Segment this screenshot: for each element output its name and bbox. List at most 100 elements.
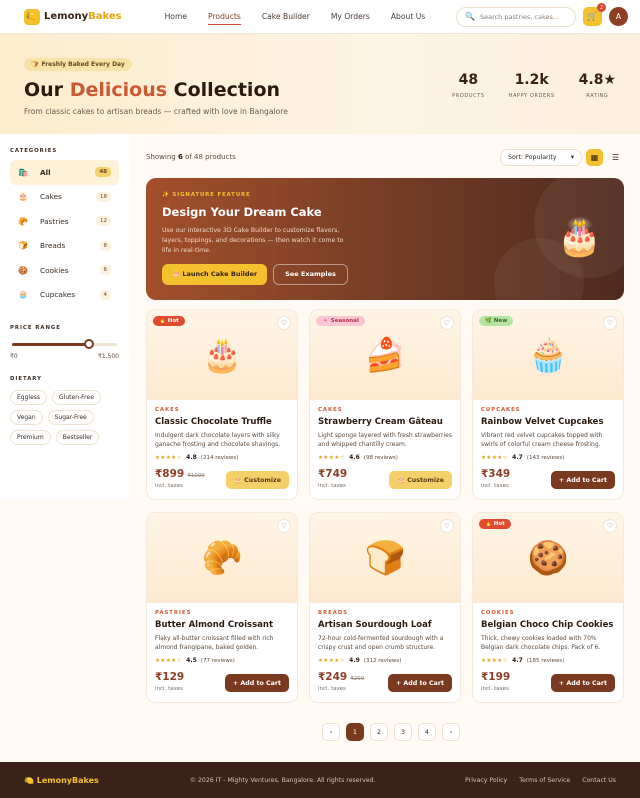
heart-icon[interactable]: ♡ [603,519,617,533]
product-image[interactable]: 🔥 Hot 🎂 ♡ [147,310,297,400]
stat-label: PRODUCTS [452,93,485,99]
list-view-button[interactable]: ☰ [607,149,624,166]
product-name[interactable]: Butter Almond Croissant [155,620,289,630]
contact-us-link[interactable]: Contact Us [582,777,616,784]
bread-icon: 🍞 [31,61,39,68]
tag-gluten-free[interactable]: Gluten-Free [52,390,101,405]
tax-note: incl. taxes [481,483,509,489]
product-card[interactable]: 🍞 ♡ BREADS Artisan Sourdough Loaf 72-hour co… [309,512,461,703]
sort-select[interactable]: Sort: Popularity ▾ [500,148,582,166]
product-image[interactable]: 🥐 ♡ [147,513,297,603]
launch-cake-builder-button[interactable]: 🎂 Launch Cake Builder [162,263,268,285]
nav-link-home[interactable]: Home [165,9,187,25]
product-description: Indulgent dark chocolate layers with sil… [155,432,281,448]
chevron-down-icon: ▾ [570,153,574,161]
tax-note: incl. taxes [155,483,183,489]
brand-logo[interactable]: 🍋 Lemony Bakes [24,8,122,25]
price-range-slider[interactable] [10,339,119,349]
grid-view-button[interactable]: ▦ [586,148,603,166]
heart-icon[interactable]: ♡ [277,519,291,533]
category-all[interactable]: 🛍️ All 48 [10,160,119,185]
footer-brand[interactable]: 🍋 LemonyBakes [24,776,99,785]
product-image[interactable]: 🔥 Hot 🍪 ♡ [473,513,623,603]
stat-rating: 4.8★ RATING [579,72,616,99]
stat-value: 48 [458,72,479,88]
heart-icon[interactable]: ♡ [440,316,454,330]
add-to-cart-button[interactable]: + Add to Cart [387,674,452,692]
prev-page-button[interactable]: ‹ [322,723,340,741]
product-card[interactable]: 🥐 ♡ PASTRIES Butter Almond Croissant Flaky a… [146,512,298,703]
page-button[interactable]: 3 [394,723,412,741]
cupcake-icon: 🧁 [527,335,569,374]
category-breads[interactable]: 🍞 Breads 8 [10,234,119,259]
tag-vegan[interactable]: Vegan [10,410,43,425]
page-button[interactable]: 4 [418,723,436,741]
product-card[interactable]: 🔥 Hot 🎂 ♡ CAKES Classic Chocolate Truffle Ind… [146,309,298,500]
stats: 48 PRODUCTS 1.2k HAPPY ORDERS 4.8★ RATING [452,72,616,99]
rating-value: 4.8 [186,454,197,461]
product-rating: ★★★★☆ 4.6 (98 reviews) [318,454,452,461]
cupcake-icon: 🧁 [18,290,28,300]
add-to-cart-button[interactable]: + Add to Cart [550,674,615,692]
tag-eggless[interactable]: Eggless [10,390,48,405]
showing-prefix: Showing [146,153,176,161]
product-name[interactable]: Artisan Sourdough Loaf [318,620,452,630]
product-image[interactable]: 🌿 New 🧁 ♡ [473,310,623,400]
product-name[interactable]: Strawberry Cream Gâteau [318,417,452,427]
category-count: 12 [96,216,111,227]
search-input[interactable]: 🔍 Search pastries, cakes... [456,6,576,27]
product-image[interactable]: 🌸 Seasonal 🍰 ♡ [310,310,460,400]
nav-link-about-us[interactable]: About Us [391,9,425,25]
heart-icon[interactable]: ♡ [440,519,454,533]
product-name[interactable]: Rainbow Velvet Cupcakes [481,417,615,427]
product-name[interactable]: Classic Chocolate Truffle [155,417,289,427]
product-badge: 🌿 New [479,316,514,326]
star-rating-icon: ★★★★☆ [318,454,346,461]
slider-handle[interactable] [84,339,94,349]
dietary-heading: DIETARY [10,376,42,382]
cookie-icon: 🍪 [527,538,569,577]
price-block: ₹129 incl. taxes [155,671,184,692]
review-count: (98 reviews) [363,454,398,461]
see-examples-button[interactable]: See Examples [273,263,348,285]
category-cakes[interactable]: 🎂 Cakes 18 [10,185,119,210]
nav-link-products[interactable]: Products [208,9,241,25]
privacy-policy-link[interactable]: Privacy Policy [465,777,507,784]
page-button[interactable]: 2 [370,723,388,741]
heart-icon[interactable]: ♡ [277,316,291,330]
category-pastries[interactable]: 🥐 Pastries 12 [10,209,119,234]
cake-builder-banner: ✨ SIGNATURE FEATURE Design Your Dream Ca… [146,178,624,300]
product-price: ₹249 [318,671,348,683]
croissant-icon: 🥐 [18,216,28,226]
category-cookies[interactable]: 🍪 Cookies 6 [10,258,119,283]
title-part-c: Collection [173,79,281,101]
footer-copyright: © 2026 IT - Mighty Ventures, Bangalore. … [189,776,376,784]
cart-button[interactable]: 🛒 2 [583,3,606,26]
category-count: 6 [99,265,111,276]
next-page-button[interactable]: › [442,723,460,741]
product-rating: ★★★★☆ 4.9 (312 reviews) [318,657,452,664]
nav-link-cake-builder[interactable]: Cake Builder [262,9,310,25]
terms-of-service-link[interactable]: Terms of Service [519,777,570,784]
tag-sugar-free[interactable]: Sugar-Free [47,410,94,425]
tag-premium[interactable]: Premium [10,430,51,445]
product-card[interactable]: 🌸 Seasonal 🍰 ♡ CAKES Strawberry Cream Gâteau… [309,309,461,500]
customize-button[interactable]: 🎂 Customize [389,471,452,489]
category-cupcakes[interactable]: 🧁 Cupcakes 4 [10,283,119,308]
product-card[interactable]: 🔥 Hot 🍪 ♡ COOKIES Belgian Choco Chip Cookies… [472,512,624,703]
product-card[interactable]: 🌿 New 🧁 ♡ CUPCAKES Rainbow Velvet Cupcakes Vi… [472,309,624,500]
customize-button[interactable]: 🎂 Customize [226,471,289,489]
price-block: ₹199 incl. taxes [481,671,510,692]
tag-bestseller[interactable]: Bestseller [55,430,100,445]
heart-icon[interactable]: ♡ [603,316,617,330]
category-list: 🛍️ All 48 🎂 Cakes 18 🥐 Pastries 12 🍞 Breads 8 🍪 C… [10,160,119,307]
add-to-cart-button[interactable]: + Add to Cart [550,471,615,489]
cake-icon: 🎂 [18,192,28,202]
product-badge: 🌸 Seasonal [316,316,365,326]
avatar[interactable]: A [609,7,628,26]
page-button[interactable]: 1 [346,723,364,741]
nav-link-my-orders[interactable]: My Orders [331,9,370,25]
add-to-cart-button[interactable]: + Add to Cart [224,674,289,692]
product-name[interactable]: Belgian Choco Chip Cookies [481,620,615,630]
product-image[interactable]: 🍞 ♡ [310,513,460,603]
